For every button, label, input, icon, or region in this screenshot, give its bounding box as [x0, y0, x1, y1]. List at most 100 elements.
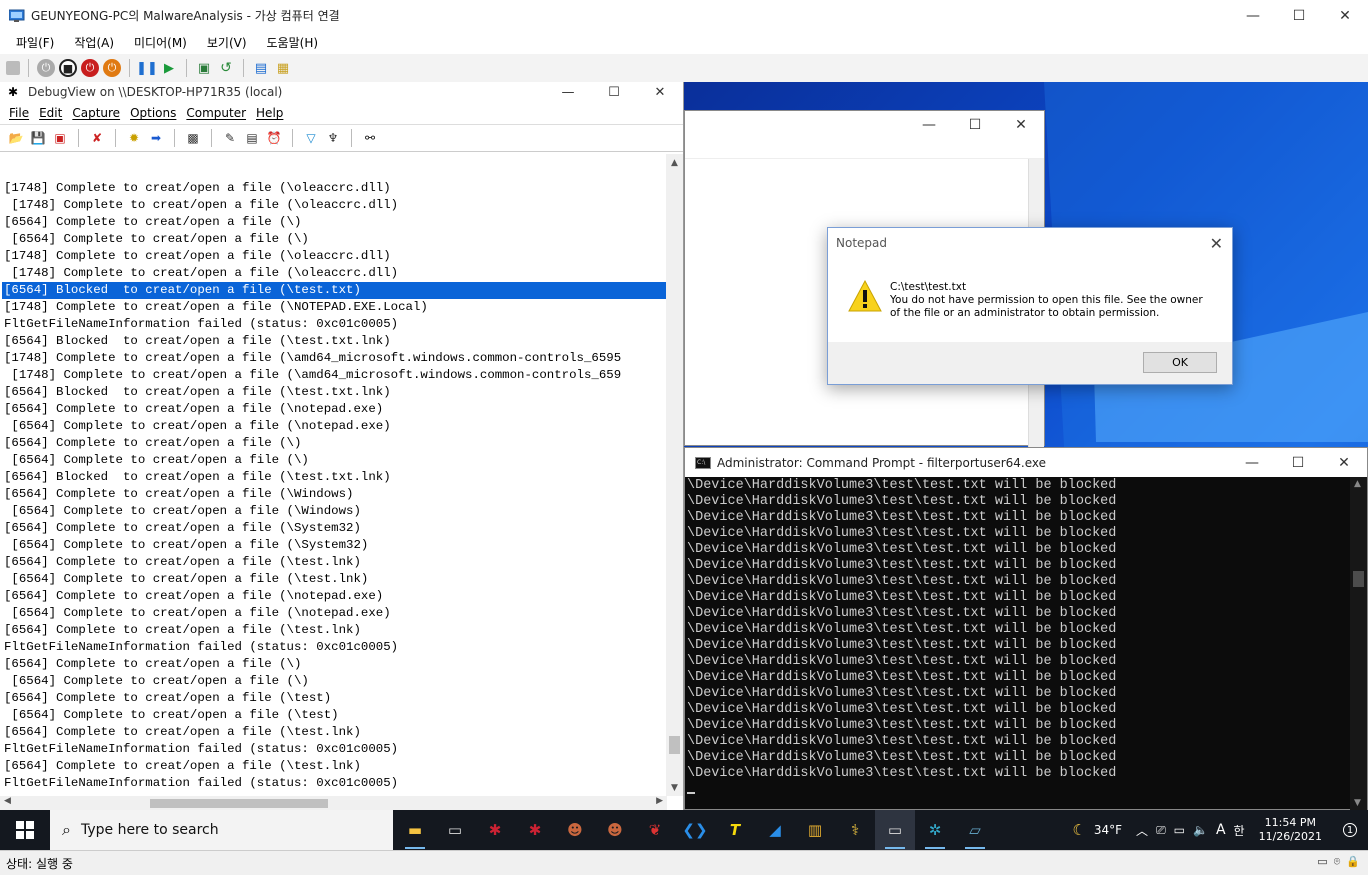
- save-as-icon[interactable]: ▣: [52, 130, 68, 146]
- process-filter-icon[interactable]: ♆: [325, 130, 341, 146]
- chevron-up-icon[interactable]: ︿: [1126, 822, 1152, 839]
- typora-icon[interactable]: T: [715, 810, 755, 850]
- log-line[interactable]: FltGetFileNameInformation failed (status…: [2, 741, 666, 758]
- scroll-right-arrow-icon[interactable]: ▶: [656, 796, 663, 806]
- minimize-button[interactable]: —: [1230, 0, 1276, 31]
- history-depth-icon[interactable]: ▽: [303, 130, 319, 146]
- scroll-thumb[interactable]: [150, 799, 328, 808]
- shutdown-icon[interactable]: ⏻: [81, 59, 99, 77]
- log-line[interactable]: [6564] Complete to creat/open a file (\t…: [2, 690, 666, 707]
- resume-icon[interactable]: ▶: [160, 59, 178, 77]
- close-button[interactable]: ✕: [1321, 448, 1367, 477]
- ime-korean[interactable]: 한: [1230, 822, 1249, 839]
- cmd-output[interactable]: \Device\HarddiskVolume3\test\test.txt wi…: [685, 477, 1351, 810]
- network-icon[interactable]: ▭: [1170, 823, 1189, 837]
- save-icon[interactable]: 💾: [30, 130, 46, 146]
- log-line[interactable]: [6564] Blocked to creat/open a file (\te…: [2, 282, 666, 299]
- open-icon[interactable]: 📂: [8, 130, 24, 146]
- scroll-up-arrow-icon[interactable]: ▲: [1354, 479, 1361, 489]
- log-line[interactable]: [1748] Complete to creat/open a file (\o…: [2, 180, 666, 197]
- start-button[interactable]: [0, 810, 50, 850]
- revert-icon[interactable]: ↺: [217, 59, 235, 77]
- log-line[interactable]: [6564] Blocked to creat/open a file (\te…: [2, 469, 666, 486]
- menu-help[interactable]: 도움말(H): [257, 34, 329, 51]
- minimize-button[interactable]: —: [1229, 448, 1275, 477]
- scroll-thumb[interactable]: [669, 736, 680, 754]
- log-line[interactable]: [6564] Complete to creat/open a file (\t…: [2, 707, 666, 724]
- log-line[interactable]: [6564] Complete to creat/open a file (\n…: [2, 605, 666, 622]
- log-line[interactable]: [1748] Complete to creat/open a file (\a…: [2, 350, 666, 367]
- notepad-taskbar-icon[interactable]: ▱: [955, 810, 995, 850]
- menu-help[interactable]: Help: [251, 106, 288, 120]
- log-line[interactable]: [6564] Complete to creat/open a file (\): [2, 673, 666, 690]
- maximize-button[interactable]: ☐: [1275, 448, 1321, 477]
- weather-temperature[interactable]: 34°F: [1090, 823, 1126, 837]
- pause-icon[interactable]: ❚❚: [136, 59, 158, 77]
- log-line[interactable]: [1748] Complete to creat/open a file (\a…: [2, 367, 666, 384]
- menu-media[interactable]: 미디어(M): [124, 34, 197, 51]
- maximize-button[interactable]: ☐: [591, 82, 637, 102]
- clear-display-icon[interactable]: ▩: [185, 130, 201, 146]
- menu-file[interactable]: File: [4, 106, 34, 120]
- weather-moon-icon[interactable]: ☾: [1068, 821, 1089, 839]
- volume-icon[interactable]: 🔈: [1189, 823, 1212, 837]
- log-line[interactable]: [6564] Complete to creat/open a file (\): [2, 435, 666, 452]
- terminal-icon[interactable]: ▭: [435, 810, 475, 850]
- maximize-button[interactable]: ☐: [952, 111, 998, 139]
- enhanced-session-icon[interactable]: ▤: [252, 59, 270, 77]
- menu-file[interactable]: 파일(F): [6, 34, 64, 51]
- checkpoint-icon[interactable]: ▣: [195, 59, 213, 77]
- log-line[interactable]: [6564] Blocked to creat/open a file (\te…: [2, 384, 666, 401]
- cmd-scrollbar[interactable]: ▲ ▼: [1350, 477, 1367, 810]
- menu-computer[interactable]: Computer: [181, 106, 251, 120]
- taskbar-search-box[interactable]: ⌕ Type here to search: [50, 810, 393, 850]
- hxd-icon[interactable]: ▥: [795, 810, 835, 850]
- filter-icon[interactable]: ✎: [222, 130, 238, 146]
- turn-off-icon[interactable]: ■: [59, 59, 77, 77]
- start-vm-icon[interactable]: ⏻: [37, 59, 55, 77]
- debugview-log[interactable]: [1748] Complete to creat/open a file (\o…: [2, 154, 666, 796]
- log-line[interactable]: [6564] Complete to creat/open a file (\t…: [2, 758, 666, 775]
- log-line[interactable]: [6564] Complete to creat/open a file (\S…: [2, 537, 666, 554]
- ctrl-alt-del-icon[interactable]: [6, 61, 20, 75]
- log-line[interactable]: [6564] Complete to creat/open a file (\): [2, 231, 666, 248]
- cmd-taskbar-icon[interactable]: ▭: [875, 810, 915, 850]
- log-line[interactable]: FltGetFileNameInformation failed (status…: [2, 775, 666, 792]
- log-line[interactable]: FltGetFileNameInformation failed (status…: [2, 316, 666, 333]
- clock-icon[interactable]: ⏰: [266, 130, 282, 146]
- autoscroll-icon[interactable]: ✹: [126, 130, 142, 146]
- menu-view[interactable]: 보기(V): [197, 34, 257, 51]
- ida-icon[interactable]: ☻: [555, 810, 595, 850]
- log-line[interactable]: [6564] Complete to creat/open a file (\n…: [2, 588, 666, 605]
- scroll-left-arrow-icon[interactable]: ◀: [4, 796, 11, 806]
- bug-tool-2-icon[interactable]: ✱: [515, 810, 555, 850]
- ida64-icon[interactable]: ☻: [595, 810, 635, 850]
- menu-capture[interactable]: Capture: [67, 106, 125, 120]
- log-line[interactable]: [1748] Complete to creat/open a file (\o…: [2, 197, 666, 214]
- find-binoculars-icon[interactable]: ⚯: [362, 130, 378, 146]
- device-icon[interactable]: ⎚: [1152, 823, 1170, 838]
- log-line[interactable]: [1748] Complete to creat/open a file (\o…: [2, 265, 666, 282]
- log-line[interactable]: [1748] Complete to creat/open a file (\N…: [2, 299, 666, 316]
- share-icon[interactable]: ▦: [274, 59, 292, 77]
- debugview-vertical-scrollbar[interactable]: ▲ ▼: [666, 154, 683, 796]
- scroll-thumb[interactable]: [1353, 571, 1364, 587]
- log-line[interactable]: [6564] Complete to creat/open a file (\t…: [2, 622, 666, 639]
- close-icon[interactable]: ✕: [1210, 234, 1223, 253]
- debugview-taskbar-icon[interactable]: ✲: [915, 810, 955, 850]
- scroll-arrow-icon[interactable]: ➡: [148, 130, 164, 146]
- file-explorer-icon[interactable]: ▬: [395, 810, 435, 850]
- log-line[interactable]: [6564] Complete to creat/open a file (\S…: [2, 520, 666, 537]
- debugview-horizontal-scrollbar[interactable]: ◀ ▶: [0, 796, 667, 810]
- log-line[interactable]: [6564] Blocked to creat/open a file (\te…: [2, 333, 666, 350]
- clock[interactable]: 11:54 PM 11/26/2021: [1249, 816, 1332, 844]
- log-line[interactable]: [6564] Complete to creat/open a file (\t…: [2, 724, 666, 741]
- minimize-button[interactable]: —: [545, 82, 591, 102]
- log-line[interactable]: [6564] Complete to creat/open a file (\W…: [2, 503, 666, 520]
- ok-button[interactable]: OK: [1143, 352, 1217, 373]
- log-line[interactable]: [6564] Complete to creat/open a file (\n…: [2, 401, 666, 418]
- wireshark-icon[interactable]: ◢: [755, 810, 795, 850]
- log-line[interactable]: [6564] Complete to creat/open a file (\W…: [2, 486, 666, 503]
- log-line[interactable]: [1748] Complete to creat/open a file (\o…: [2, 248, 666, 265]
- capture-toggle-icon[interactable]: ✘: [89, 130, 105, 146]
